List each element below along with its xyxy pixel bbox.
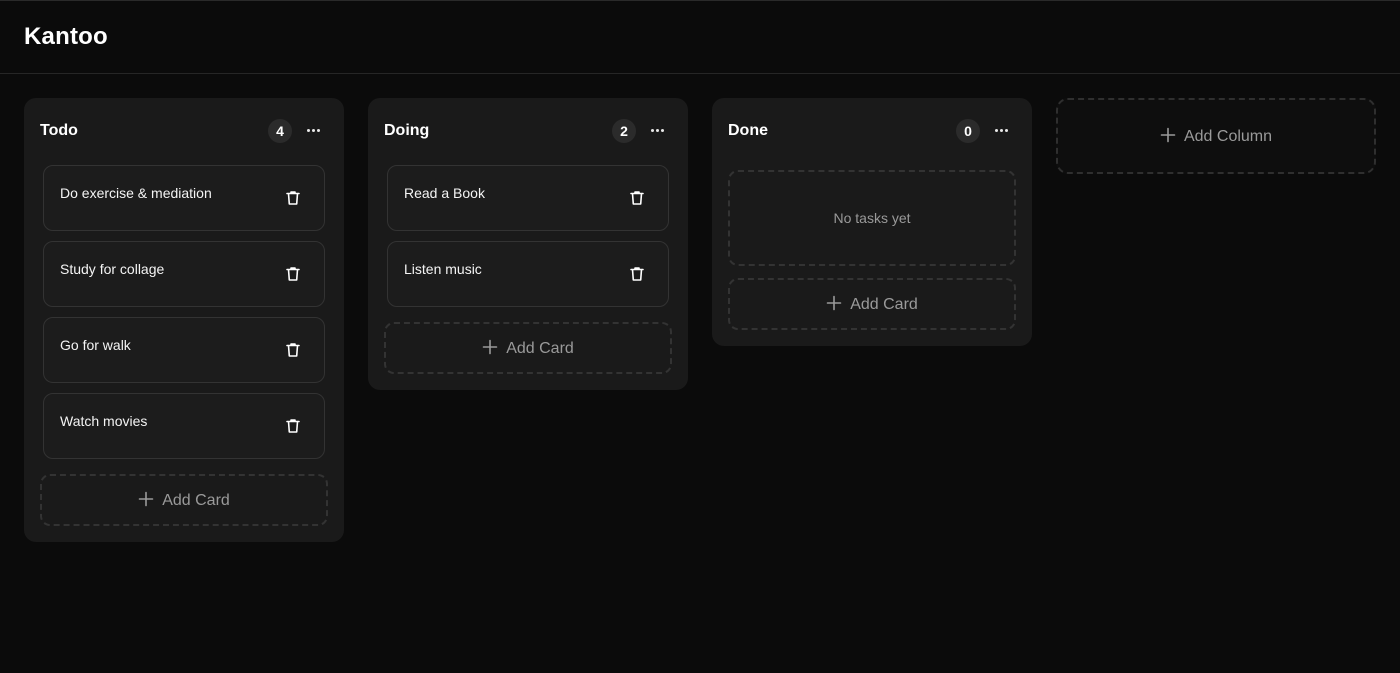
column-count-badge: 4	[268, 119, 292, 143]
column-doing: Doing 2 Read a Book Listen music Add Car…	[368, 98, 688, 390]
column-count-badge: 2	[612, 119, 636, 143]
trash-icon[interactable]	[284, 189, 302, 207]
column-title: Todo	[40, 122, 78, 139]
card-title: Study for collage	[60, 261, 165, 277]
plus-icon	[1160, 127, 1176, 143]
task-card[interactable]: Watch movies	[43, 393, 325, 459]
trash-icon[interactable]	[284, 341, 302, 359]
trash-icon[interactable]	[628, 265, 646, 283]
column-done: Done 0 No tasks yet Add Card	[712, 98, 1032, 346]
card-title: Go for walk	[60, 337, 131, 353]
column-count-badge: 0	[956, 119, 980, 143]
empty-state: No tasks yet	[728, 170, 1016, 266]
add-column-button[interactable]: Add Column	[1056, 98, 1376, 174]
add-card-label: Add Card	[850, 296, 918, 313]
column-header: Done 0	[728, 119, 1016, 143]
column-title: Doing	[384, 122, 430, 139]
column-header: Doing 2	[384, 119, 672, 143]
add-card-button[interactable]: Add Card	[40, 474, 328, 526]
app-title: Kantoo	[24, 23, 108, 50]
plus-icon	[138, 491, 154, 507]
column-header: Todo 4	[40, 119, 328, 143]
column-title: Done	[728, 122, 768, 139]
add-card-label: Add Card	[506, 340, 574, 357]
task-card[interactable]: Go for walk	[43, 317, 325, 383]
more-horizontal-icon[interactable]	[646, 119, 670, 143]
add-card-button[interactable]: Add Card	[384, 322, 672, 374]
kanban-board: Todo 4 Do exercise & mediation Study for…	[0, 74, 1400, 673]
plus-icon	[826, 295, 842, 311]
plus-icon	[482, 339, 498, 355]
empty-state-text: No tasks yet	[833, 210, 911, 226]
task-card[interactable]: Study for collage	[43, 241, 325, 307]
add-card-label: Add Card	[162, 492, 230, 509]
card-title: Watch movies	[60, 413, 148, 429]
task-card[interactable]: Listen music	[387, 241, 669, 307]
task-card[interactable]: Read a Book	[387, 165, 669, 231]
more-horizontal-icon[interactable]	[302, 119, 326, 143]
card-title: Do exercise & mediation	[60, 185, 212, 201]
more-horizontal-icon[interactable]	[990, 119, 1014, 143]
top-bar: Kantoo	[0, 0, 1400, 74]
card-title: Read a Book	[404, 185, 485, 201]
task-card[interactable]: Do exercise & mediation	[43, 165, 325, 231]
trash-icon[interactable]	[628, 189, 646, 207]
card-title: Listen music	[404, 261, 482, 277]
column-todo: Todo 4 Do exercise & mediation Study for…	[24, 98, 344, 542]
add-column-label: Add Column	[1183, 128, 1273, 145]
trash-icon[interactable]	[284, 417, 302, 435]
trash-icon[interactable]	[284, 265, 302, 283]
add-card-button[interactable]: Add Card	[728, 278, 1016, 330]
